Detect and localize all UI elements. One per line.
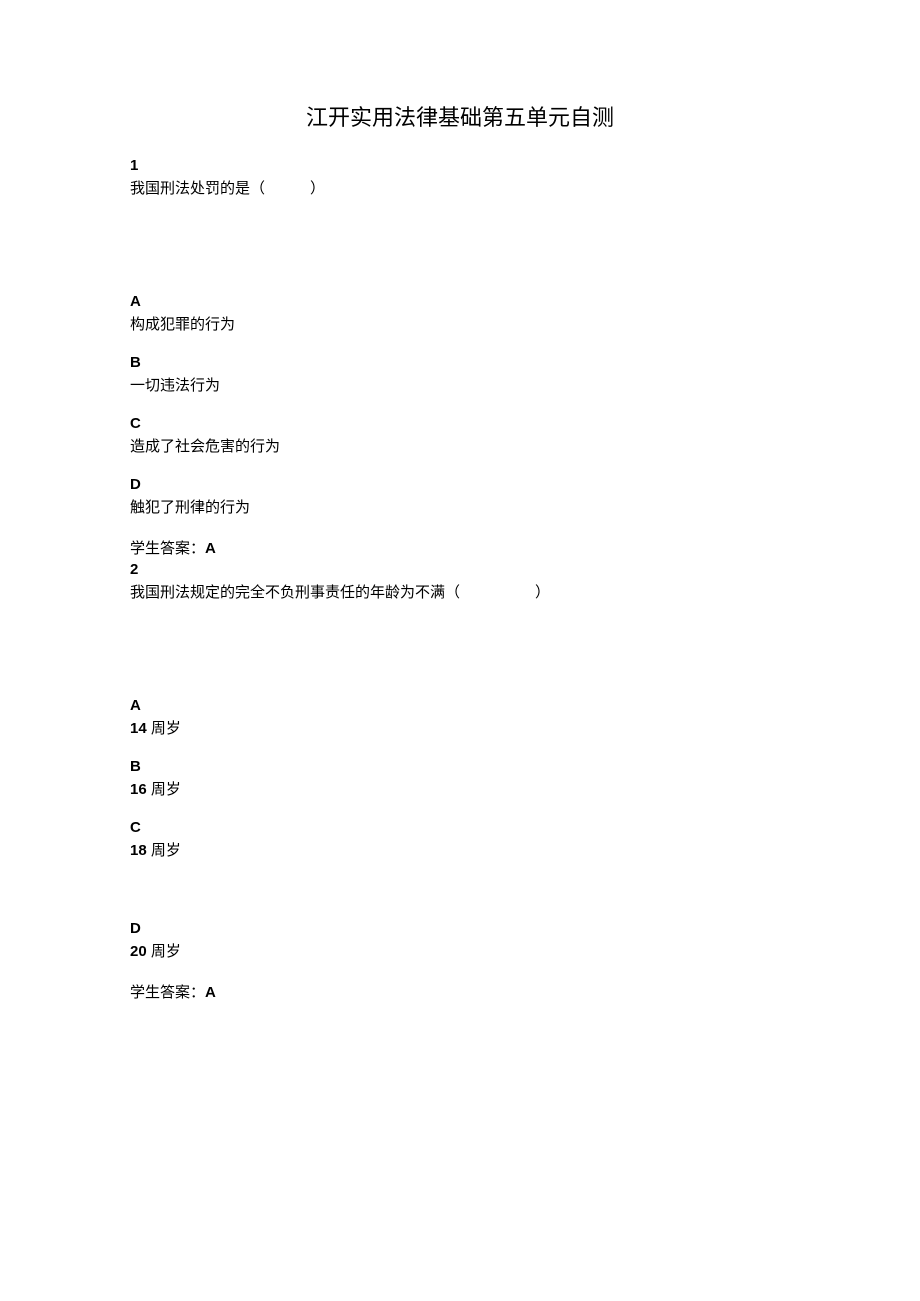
option-a: A 14 周岁	[130, 697, 790, 738]
question-number: 1	[130, 157, 790, 174]
option-text: 20 周岁	[130, 940, 790, 961]
option-suffix: 周岁	[147, 842, 181, 859]
question-number: 2	[130, 561, 790, 578]
option-c: C 18 周岁	[130, 819, 790, 860]
option-text: 构成犯罪的行为	[130, 313, 790, 334]
option-number: 20	[130, 943, 147, 960]
answer-value: A	[205, 984, 216, 1001]
option-number: 14	[130, 720, 147, 737]
option-text: 触犯了刑律的行为	[130, 496, 790, 517]
option-suffix: 周岁	[147, 781, 181, 798]
question-stem: 我国刑法处罚的是（ ）	[130, 177, 790, 198]
option-text: 一切违法行为	[130, 374, 790, 395]
option-a: A 构成犯罪的行为	[130, 293, 790, 334]
option-b: B 16 周岁	[130, 758, 790, 799]
option-label: C	[130, 415, 790, 432]
option-d: D 触犯了刑律的行为	[130, 476, 790, 517]
option-label: C	[130, 819, 790, 836]
option-text: 造成了社会危害的行为	[130, 435, 790, 456]
answer-prefix: 学生答案：	[130, 984, 205, 1001]
option-b: B 一切违法行为	[130, 354, 790, 395]
option-label: A	[130, 293, 790, 310]
option-label: B	[130, 354, 790, 371]
question-block: 2 我国刑法规定的完全不负刑事责任的年龄为不满（ ） A 14 周岁 B 16 …	[130, 561, 790, 1002]
option-text: 18 周岁	[130, 839, 790, 860]
option-label: D	[130, 476, 790, 493]
question-stem: 我国刑法规定的完全不负刑事责任的年龄为不满（ ）	[130, 581, 790, 602]
answer-value: A	[205, 540, 216, 557]
document-title: 江开实用法律基础第五单元自测	[130, 100, 790, 132]
option-label: D	[130, 920, 790, 937]
option-label: B	[130, 758, 790, 775]
option-suffix: 周岁	[147, 720, 181, 737]
option-text: 14 周岁	[130, 717, 790, 738]
student-answer: 学生答案：A	[130, 537, 790, 558]
option-number: 16	[130, 781, 147, 798]
option-suffix: 周岁	[147, 943, 181, 960]
option-number: 18	[130, 842, 147, 859]
question-block: 1 我国刑法处罚的是（ ） A 构成犯罪的行为 B 一切违法行为 C 造成了社会…	[130, 157, 790, 558]
student-answer: 学生答案：A	[130, 981, 790, 1002]
option-d: D 20 周岁	[130, 920, 790, 961]
option-text: 16 周岁	[130, 778, 790, 799]
option-label: A	[130, 697, 790, 714]
option-c: C 造成了社会危害的行为	[130, 415, 790, 456]
answer-prefix: 学生答案：	[130, 540, 205, 557]
